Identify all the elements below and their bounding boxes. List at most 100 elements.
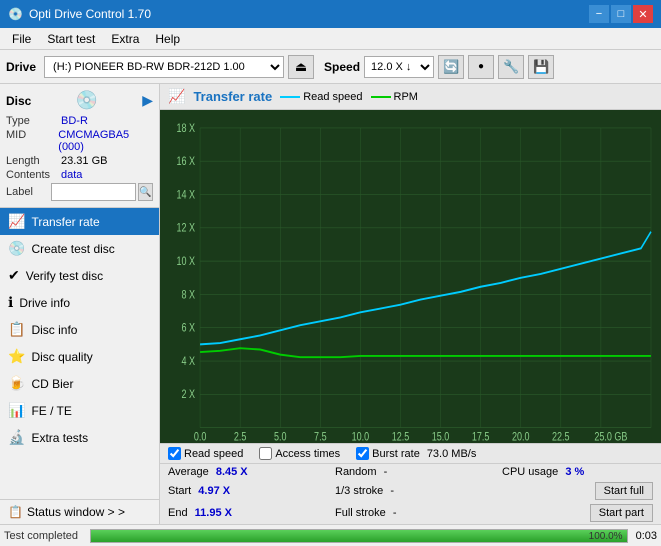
start-cell: Start 4.97 X — [160, 480, 327, 502]
mid-value: CMCMAGBA5 (000) — [58, 129, 153, 153]
nav-cd-bier[interactable]: 🍺 CD Bier — [0, 370, 159, 397]
checkboxes-row: Read speed Access times Burst rate 73.0 … — [160, 444, 661, 464]
drive-select[interactable]: (H:) PIONEER BD-RW BDR-212D 1.00 — [44, 56, 284, 78]
svg-text:10.0: 10.0 — [352, 432, 370, 443]
svg-text:14 X: 14 X — [177, 189, 196, 201]
extra-tests-icon: 🔬 — [8, 429, 25, 446]
menu-help[interactable]: Help — [147, 30, 188, 48]
menu-bar: File Start test Extra Help — [0, 28, 661, 50]
nav-verify-test-disc[interactable]: ✔ Verify test disc — [0, 262, 159, 289]
nav-transfer-rate[interactable]: 📈 Transfer rate — [0, 208, 159, 235]
start-full-cell: Start full — [494, 480, 661, 502]
svg-text:25.0 GB: 25.0 GB — [594, 432, 627, 443]
end-cell: End 11.95 X — [160, 502, 327, 524]
disc-icon: 💿 — [76, 90, 98, 111]
random-cell: Random - — [327, 464, 494, 480]
one-third-value: - — [390, 485, 394, 497]
cpu-cell: CPU usage 3 % — [494, 464, 661, 480]
sidebar: Disc 💿 ▶ Type BD-R MID CMCMAGBA5 (000) L… — [0, 84, 160, 524]
burst-rate-checkbox-item: Burst rate 73.0 MB/s — [356, 447, 476, 460]
speed-select[interactable]: 12.0 X ↓ — [364, 56, 434, 78]
legend-read-speed-color — [280, 96, 300, 98]
average-label: Average — [168, 466, 209, 478]
nav-disc-quality[interactable]: ⭐ Disc quality — [0, 343, 159, 370]
minimize-button[interactable]: − — [589, 5, 609, 23]
start-value: 4.97 X — [198, 485, 230, 497]
svg-text:2 X: 2 X — [182, 389, 196, 401]
app-icon: 💿 — [8, 7, 23, 21]
length-value: 23.31 GB — [61, 155, 107, 167]
start-full-button[interactable]: Start full — [595, 482, 653, 500]
legend-rpm: RPM — [371, 91, 418, 103]
status-window-button[interactable]: 📋 Status window > > — [0, 499, 159, 524]
close-button[interactable]: ✕ — [633, 5, 653, 23]
stats-row-2: Start 4.97 X 1/3 stroke - Start full — [160, 480, 661, 502]
menu-start-test[interactable]: Start test — [39, 30, 103, 48]
nav-disc-quality-label: Disc quality — [31, 350, 92, 364]
stats-table: Average 8.45 X Random - CPU usage 3 % — [160, 464, 661, 524]
stats-row-1: Average 8.45 X Random - CPU usage 3 % — [160, 464, 661, 480]
menu-extra[interactable]: Extra — [103, 30, 147, 48]
contents-value: data — [61, 169, 82, 181]
label-input[interactable] — [51, 183, 136, 201]
access-times-checkbox[interactable] — [259, 447, 272, 460]
app-title: Opti Drive Control 1.70 — [29, 7, 151, 21]
nav-disc-info[interactable]: 📋 Disc info — [0, 316, 159, 343]
svg-text:8 X: 8 X — [182, 289, 196, 301]
disc-nav-icon[interactable]: ▶ — [142, 92, 153, 109]
full-stroke-cell: Full stroke - — [327, 502, 494, 524]
speed-label: Speed — [324, 60, 360, 74]
svg-text:17.5: 17.5 — [472, 432, 490, 443]
average-value: 8.45 X — [216, 466, 248, 478]
record-button[interactable]: ● — [468, 55, 494, 79]
burst-rate-checkbox[interactable] — [356, 447, 369, 460]
nav-fe-te[interactable]: 📊 FE / TE — [0, 397, 159, 424]
start-part-button[interactable]: Start part — [590, 504, 653, 522]
nav-create-test-disc[interactable]: 💿 Create test disc — [0, 235, 159, 262]
disc-info-grid: Type BD-R MID CMCMAGBA5 (000) Length 23.… — [6, 115, 153, 201]
chart-icon: 📈 — [168, 88, 185, 105]
settings-button[interactable]: 🔧 — [498, 55, 524, 79]
read-speed-checkbox[interactable] — [168, 447, 181, 460]
progress-percent: 100.0% — [589, 530, 623, 544]
status-window-icon: 📋 — [8, 505, 23, 519]
svg-text:7.5: 7.5 — [314, 432, 327, 443]
label-browse-button[interactable]: 🔍 — [138, 183, 153, 201]
main-area: Disc 💿 ▶ Type BD-R MID CMCMAGBA5 (000) L… — [0, 84, 661, 524]
chart-header: 📈 Transfer rate Read speed RPM — [160, 84, 661, 110]
svg-text:6 X: 6 X — [182, 323, 196, 335]
svg-text:2.5: 2.5 — [234, 432, 247, 443]
start-part-cell: Start part — [494, 502, 661, 524]
end-value: 11.95 X — [195, 507, 232, 519]
nav-extra-tests[interactable]: 🔬 Extra tests — [0, 424, 159, 451]
average-cell: Average 8.45 X — [160, 464, 327, 480]
nav-drive-info[interactable]: ℹ Drive info — [0, 289, 159, 316]
random-label: Random — [335, 466, 377, 478]
nav-extra-tests-label: Extra tests — [31, 431, 88, 445]
read-speed-checkbox-label: Read speed — [184, 448, 243, 460]
nav-disc-info-label: Disc info — [31, 323, 77, 337]
label-label: Label — [6, 186, 51, 198]
drive-label: Drive — [6, 60, 36, 74]
svg-text:20.0: 20.0 — [512, 432, 530, 443]
end-label: End — [168, 507, 188, 519]
transfer-rate-icon: 📈 — [8, 213, 25, 230]
cpu-value: 3 % — [565, 466, 584, 478]
menu-file[interactable]: File — [4, 30, 39, 48]
chart-wrapper: 18 X 16 X 14 X 12 X 10 X 8 X 6 X 4 X 2 X… — [160, 110, 661, 443]
legend-read-speed-label: Read speed — [303, 91, 362, 103]
svg-text:4 X: 4 X — [182, 356, 196, 368]
save-button[interactable]: 💾 — [528, 55, 554, 79]
svg-text:10 X: 10 X — [177, 256, 196, 268]
access-times-checkbox-item: Access times — [259, 447, 340, 460]
svg-text:15.0: 15.0 — [432, 432, 450, 443]
nav-verify-label: Verify test disc — [26, 269, 103, 283]
content-area: 📈 Transfer rate Read speed RPM — [160, 84, 661, 524]
burst-rate-value: 73.0 MB/s — [427, 448, 477, 460]
refresh-button[interactable]: 🔄 — [438, 55, 464, 79]
cpu-label: CPU usage — [502, 466, 558, 478]
length-label: Length — [6, 155, 61, 167]
svg-text:18 X: 18 X — [177, 123, 196, 135]
maximize-button[interactable]: □ — [611, 5, 631, 23]
eject-button[interactable]: ⏏ — [288, 55, 314, 79]
